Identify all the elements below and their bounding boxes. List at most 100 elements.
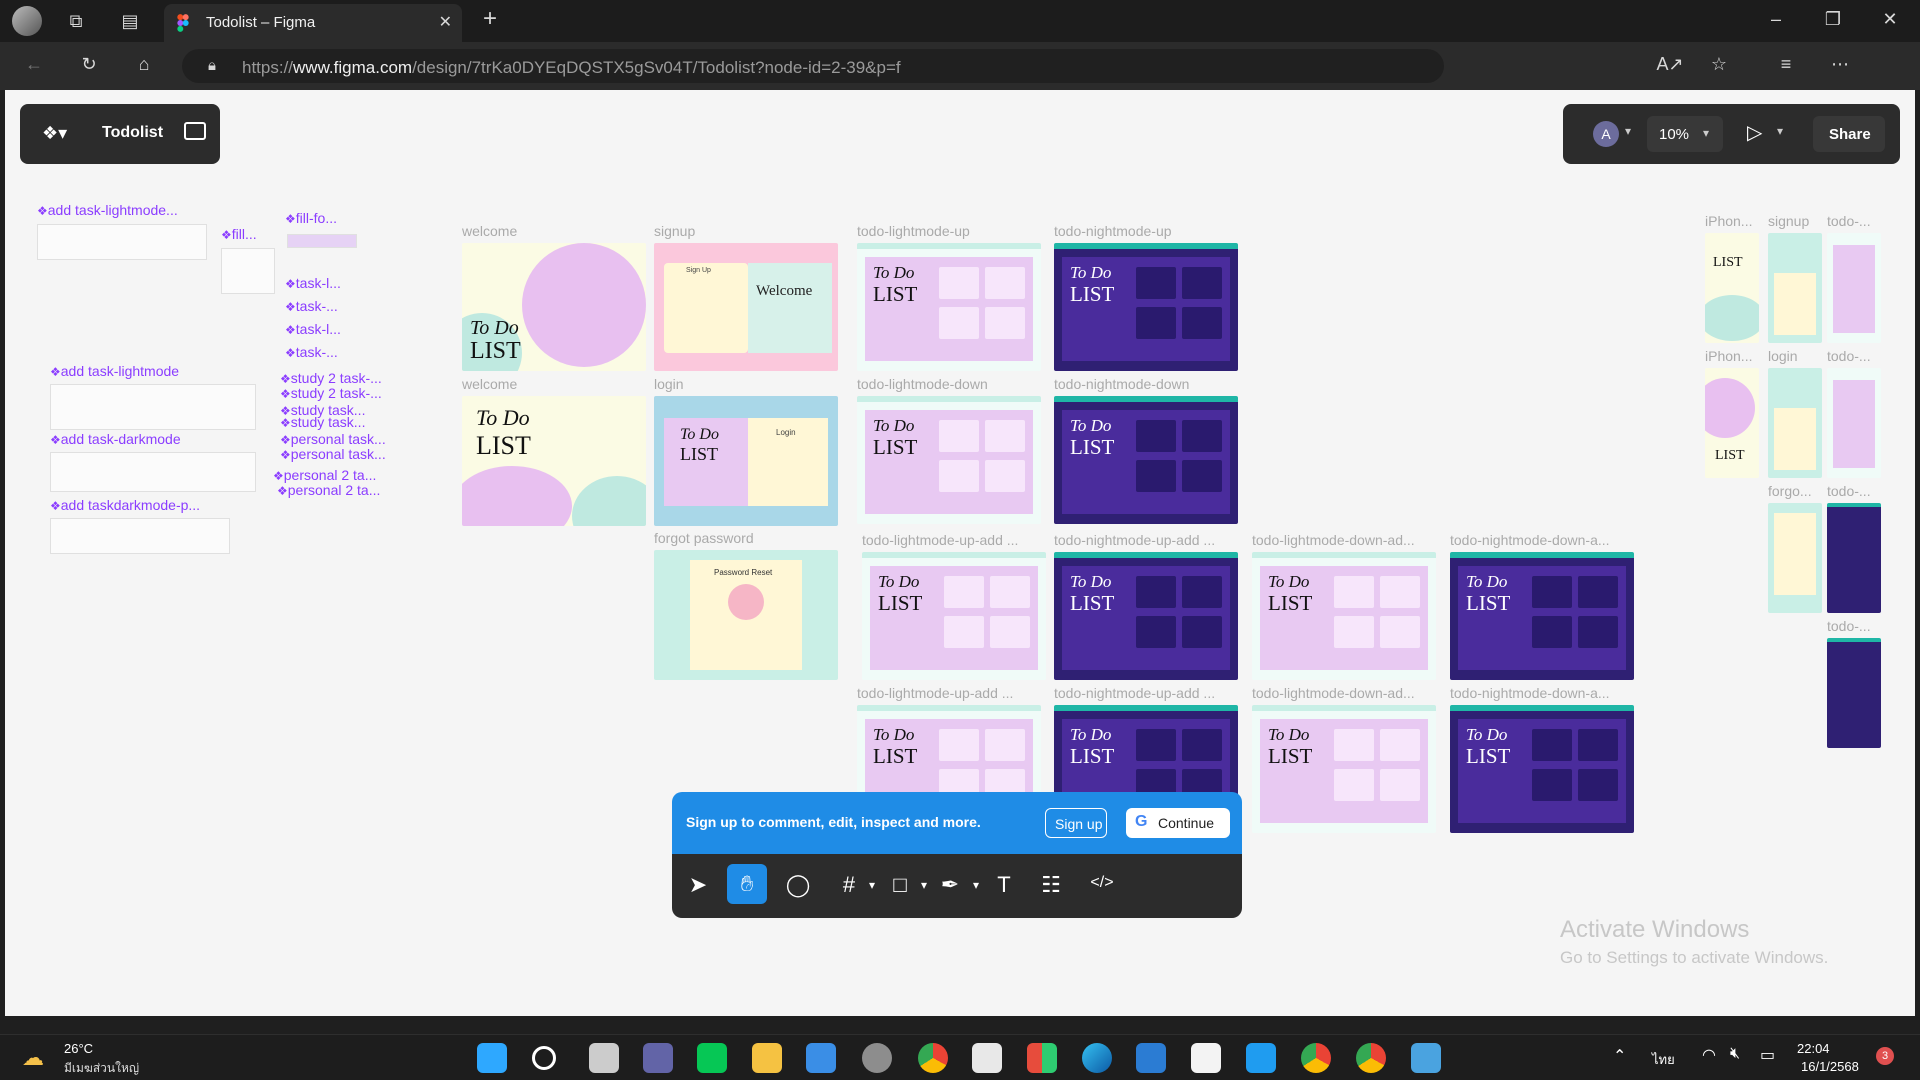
frame-label[interactable]: login — [654, 376, 684, 392]
component-label[interactable]: add task-lightmode... — [37, 202, 178, 218]
frame-welcome-2[interactable]: To Do LIST — [462, 396, 646, 526]
frame-label[interactable]: signup — [654, 223, 695, 239]
frame-todo-mobile-3[interactable] — [1827, 503, 1881, 613]
frame-login-mobile[interactable] — [1768, 368, 1822, 478]
close-tab-icon[interactable]: ✕ — [439, 12, 452, 32]
component-preview[interactable] — [37, 224, 207, 260]
frame-label[interactable]: todo-... — [1827, 618, 1871, 634]
component-label[interactable]: study task... — [280, 414, 366, 430]
component-label[interactable]: study 2 task-... — [280, 385, 382, 401]
comment-icon[interactable]: ◯ — [778, 872, 818, 898]
figma-menu-icon[interactable]: ❖▾ — [42, 123, 67, 144]
frame-welcome[interactable]: To Do LIST — [462, 243, 646, 371]
component-label[interactable]: personal task... — [280, 431, 386, 447]
workspaces-icon[interactable]: ⧉ — [62, 11, 90, 31]
photos-icon[interactable] — [1411, 1043, 1441, 1073]
teams-icon[interactable] — [643, 1043, 673, 1073]
text-icon[interactable]: T — [984, 872, 1024, 898]
weather-temperature[interactable]: 26°C — [64, 1041, 93, 1056]
frame-label[interactable]: todo-... — [1827, 213, 1871, 229]
clock-date[interactable]: 16/1/2568 — [1801, 1059, 1859, 1074]
plus-icon[interactable]: + — [476, 7, 504, 31]
frame-label[interactable]: todo-nightmode-down — [1054, 376, 1189, 392]
profile-avatar[interactable] — [12, 6, 42, 36]
frame-label[interactable]: forgot password — [654, 530, 754, 546]
frame-signup[interactable]: Sign Up Welcome — [654, 243, 838, 371]
frame-label[interactable]: todo-nightmode-up-add ... — [1054, 685, 1215, 701]
frame-label[interactable]: login — [1768, 348, 1798, 364]
more-icon[interactable]: ⋯ — [1826, 54, 1854, 74]
line-icon[interactable] — [697, 1043, 727, 1073]
component-label[interactable]: personal 2 ta... — [277, 482, 381, 498]
frame-iphone-2[interactable]: LIST — [1705, 368, 1759, 478]
frame-todo-night[interactable]: To Do LIST — [1054, 396, 1238, 524]
dev-mode-icon[interactable]: </> — [1082, 874, 1122, 892]
frame-login[interactable]: To Do LIST Login — [654, 396, 838, 526]
frame-label[interactable]: todo-nightmode-up-add ... — [1054, 532, 1215, 548]
frame-label[interactable]: todo-lightmode-up-add ... — [862, 532, 1018, 548]
chevron-down-icon[interactable]: ▾ — [1777, 124, 1783, 138]
frame-label[interactable]: todo-lightmode-up-add ... — [857, 685, 1013, 701]
frame-todo-night[interactable]: To Do LIST — [1450, 705, 1634, 833]
hand-icon[interactable]: ✋︎ — [727, 864, 767, 904]
frame-label[interactable]: todo-lightmode-down-ad... — [1252, 685, 1415, 701]
component-label[interactable]: personal task... — [280, 446, 386, 462]
clock-time[interactable]: 22:04 — [1797, 1041, 1830, 1056]
frame-todo-mobile-1[interactable] — [1827, 233, 1881, 343]
component-label[interactable]: add task-darkmode — [50, 431, 181, 447]
frame-label[interactable]: todo-nightmode-down-a... — [1450, 532, 1610, 548]
frame-todo-mobile-4[interactable] — [1827, 638, 1881, 748]
component-label[interactable]: study 2 task-... — [280, 370, 382, 386]
reload-icon[interactable]: ↻ — [75, 54, 103, 74]
frame-label[interactable]: todo-lightmode-down — [857, 376, 988, 392]
frame-label[interactable]: signup — [1768, 213, 1809, 229]
component-label[interactable]: add task-lightmode — [50, 363, 179, 379]
present-icon[interactable]: ▷ — [1747, 120, 1762, 145]
close-window-icon[interactable]: ✕ — [1876, 9, 1904, 29]
chrome-profile-icon[interactable] — [1356, 1043, 1386, 1073]
frame-todo-light[interactable]: To Do LIST — [857, 396, 1041, 524]
chrome-icon[interactable] — [918, 1043, 948, 1073]
frame-todo-light[interactable]: To Do LIST — [862, 552, 1046, 680]
settings-icon[interactable] — [862, 1043, 892, 1073]
component-preview[interactable] — [50, 452, 256, 492]
frame-label[interactable]: iPhon... — [1705, 213, 1752, 229]
wifi-icon[interactable]: ◠ — [1702, 1045, 1716, 1065]
frame-forgot-mobile[interactable] — [1768, 503, 1822, 613]
vertical-tabs-icon[interactable]: ▤ — [116, 11, 144, 31]
url-bar[interactable]: 🔒︎ https://www.figma.com/design/7trKa0DY… — [182, 49, 1444, 83]
frame-label[interactable]: welcome — [462, 223, 517, 239]
frame-todo-night[interactable]: To Do LIST — [1054, 243, 1238, 371]
chevron-up-icon[interactable]: ⌃ — [1613, 1046, 1626, 1066]
component-label[interactable]: add taskdarkmode-p... — [50, 497, 200, 513]
frame-signup-mobile[interactable] — [1768, 233, 1822, 343]
task-view-icon[interactable] — [589, 1043, 619, 1073]
frame-todo-light[interactable]: To Do LIST — [857, 243, 1041, 371]
notification-badge[interactable]: 3 — [1876, 1047, 1894, 1065]
lock-icon[interactable]: 🔒︎ — [198, 56, 226, 76]
frame-label[interactable]: todo-... — [1827, 483, 1871, 499]
continue-google-button[interactable]: G Continue — [1126, 808, 1230, 838]
frame-label[interactable]: forgo... — [1768, 483, 1812, 499]
weather-text[interactable]: มีเมฆส่วนใหญ่ — [64, 1059, 139, 1078]
frame-todo-mobile-2[interactable] — [1827, 368, 1881, 478]
frame-label[interactable]: todo-lightmode-down-ad... — [1252, 532, 1415, 548]
minimize-icon[interactable]: – — [1762, 9, 1790, 29]
windows-start-icon[interactable] — [477, 1043, 507, 1073]
volume-icon[interactable]: 🔇︎ — [1730, 1045, 1740, 1063]
component-label[interactable]: fill... — [221, 226, 257, 242]
move-icon[interactable]: ➤ — [678, 872, 718, 898]
frame-label[interactable]: welcome — [462, 376, 517, 392]
restore-icon[interactable]: ❐ — [1819, 9, 1847, 29]
component-preview[interactable] — [50, 384, 256, 430]
vscode-icon[interactable] — [1246, 1043, 1276, 1073]
component-preview[interactable] — [287, 234, 357, 248]
component-label[interactable]: task-l... — [285, 321, 341, 337]
frame-todo-night[interactable]: To Do LIST — [1054, 552, 1238, 680]
frame-forgot-password[interactable]: Password Reset — [654, 550, 838, 680]
word-icon[interactable] — [1136, 1043, 1166, 1073]
weather-icon[interactable]: ☁︎ — [22, 1045, 44, 1071]
terminal-icon[interactable] — [972, 1043, 1002, 1073]
component-label[interactable]: task-... — [285, 344, 338, 360]
mail-icon[interactable] — [806, 1043, 836, 1073]
